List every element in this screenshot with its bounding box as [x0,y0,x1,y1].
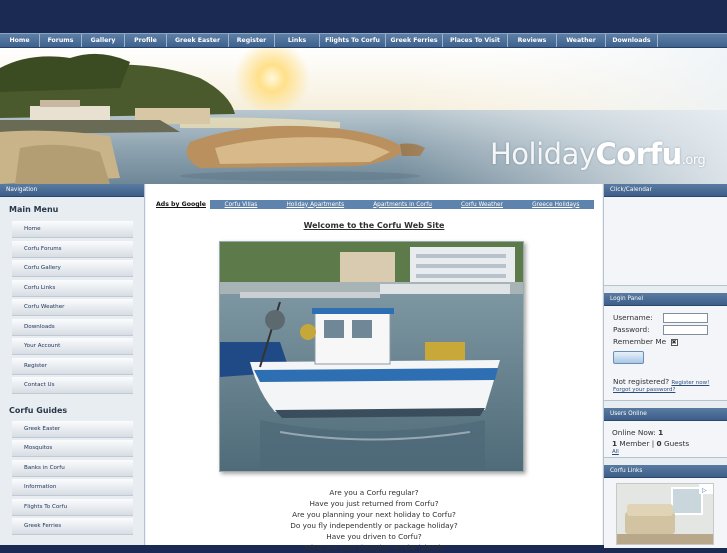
username-input[interactable] [663,313,708,323]
ad-link-corfu-villas[interactable]: Corfu Villas [225,202,258,208]
login-button[interactable] [613,351,644,364]
members-guests-line: 1 Member | 0 Guests [612,438,727,449]
menu-item-corfu-weather[interactable]: Corfu Weather [12,299,133,316]
navigation-block-header: Navigation [0,184,144,197]
guide-item-flights[interactable]: Flights To Corfu [12,498,133,516]
google-ads-bar: Ads by Google Corfu Villas Holiday Apart… [156,200,594,209]
corfu-guides-title: Corfu Guides [9,405,68,415]
guides-menu-list: Greek Easter Mosquitos Banks in Corfu In… [0,420,144,535]
advert-image[interactable]: ▷ [616,483,714,545]
menu-item-downloads[interactable]: Downloads [12,318,133,336]
question-line: Have you just returned from Corfu? [309,499,439,508]
guide-item-greek-ferries[interactable]: Greek Ferries [12,518,133,535]
login-panel: Username: Password: Remember Me ✖ Not re… [604,306,727,401]
ads-links: Corfu Villas Holiday Apartments Apartmen… [210,200,594,209]
corfu-links-header: Corfu Links [604,465,727,478]
username-row: Username: [613,312,727,324]
not-registered-text: Not registered? Register now! [613,377,727,386]
question-line: What are your thoughts on the island? [303,543,445,552]
online-now-label: Online Now: [612,428,656,437]
guide-item-mosquitos[interactable]: Mosquitos [12,440,133,457]
nav-forums[interactable]: Forums [40,34,82,47]
nav-places-to-visit[interactable]: Places To Visit [443,34,508,47]
corfu-links-panel: ▷ [604,478,727,548]
site-banner: HolidayCorfu.org [0,48,727,184]
right-column: Click/Calendar Login Panel Username: Pas… [603,184,727,548]
remember-label: Remember Me [613,337,667,346]
main-content: Ads by Google Corfu Villas Holiday Apart… [146,184,602,552]
nav-flights-to-corfu[interactable]: Flights To Corfu [320,34,386,47]
ad-link-greece-holidays[interactable]: Greece Holidays [532,202,579,208]
remember-me-checkbox[interactable]: ✖ [670,338,678,346]
main-menu-list: Home Corfu Forums Corfu Gallery Corfu Li… [0,221,144,394]
member-count: 1 [612,439,618,448]
nav-gallery[interactable]: Gallery [82,34,125,47]
main-nav-bar: Home Forums Gallery Profile Greek Easter… [0,33,727,48]
menu-item-home[interactable]: Home [12,221,133,238]
calendar-block-body [604,197,727,286]
banner-logo-text: HolidayCorfu.org [490,137,706,171]
forgot-password-link[interactable]: Forgot your password? [613,387,727,393]
all-users-link[interactable]: All [612,449,727,455]
nav-reviews[interactable]: Reviews [508,34,557,47]
svg-text:▷: ▷ [702,487,707,494]
username-label: Username: [613,313,653,322]
left-column: Navigation Main Menu Home Corfu Forums C… [0,184,145,545]
ad-link-apartments-in-corfu[interactable]: Apartments in Corfu [373,202,432,208]
nav-downloads[interactable]: Downloads [606,34,658,47]
main-menu-title: Main Menu [9,205,59,214]
menu-item-contact-us[interactable]: Contact Us [12,377,133,394]
logo-tld: .org [681,153,706,168]
nav-filler [658,34,727,47]
nav-profile[interactable]: Profile [125,34,167,47]
nav-greek-ferries[interactable]: Greek Ferries [386,34,443,47]
member-label: Member | [619,439,655,448]
users-online-panel: Online Now: 1 1 Member | 0 Guests All [604,421,727,458]
logo-corfu: Corfu [595,137,683,171]
question-line: Are you planning your next holiday to Co… [292,510,456,519]
guest-label: Guests [663,439,690,448]
users-online-header: Users Online [604,408,727,421]
nav-weather[interactable]: Weather [557,34,606,47]
question-line: Do you fly independently or package holi… [290,521,458,530]
guest-count: 0 [656,439,662,448]
ad-link-holiday-apartments[interactable]: Holiday Apartments [286,202,344,208]
nav-greek-easter[interactable]: Greek Easter [167,34,229,47]
logo-holiday: Holiday [490,137,596,171]
menu-item-register[interactable]: Register [12,357,133,375]
menu-item-your-account[interactable]: Your Account [12,338,133,355]
ads-by-google-link[interactable]: Ads by Google [156,201,210,208]
guide-item-greek-easter[interactable]: Greek Easter [12,420,133,438]
ad-link-corfu-weather[interactable]: Corfu Weather [461,202,503,208]
menu-item-corfu-links[interactable]: Corfu Links [12,279,133,297]
register-now-link[interactable]: Register now! [671,380,709,386]
password-input[interactable] [663,325,708,335]
password-label: Password: [613,325,650,334]
question-line: Have you driven to Corfu? [326,532,422,541]
menu-item-corfu-forums[interactable]: Corfu Forums [12,240,133,258]
calendar-block-header: Click/Calendar [604,184,727,197]
top-band [0,0,727,33]
online-now-line: Online Now: 1 [612,427,727,438]
nav-register[interactable]: Register [229,34,275,47]
remember-row: Remember Me ✖ [613,336,727,348]
welcome-heading: Welcome to the Corfu Web Site [303,221,445,230]
page-body: Navigation Main Menu Home Corfu Forums C… [0,184,727,552]
guide-item-information[interactable]: Information [12,479,133,496]
password-row: Password: [613,324,727,336]
not-registered-label: Not registered? [613,377,670,386]
intro-questions: Are you a Corfu regular? Have you just r… [146,487,602,553]
question-line: Are you a Corfu regular? [329,488,419,497]
nav-links[interactable]: Links [275,34,320,47]
fishing-boat-photo [219,241,524,472]
online-now-count: 1 [658,428,664,437]
menu-item-corfu-gallery[interactable]: Corfu Gallery [12,260,133,277]
nav-home[interactable]: Home [0,34,40,47]
login-panel-header: Login Panel [604,293,727,306]
guide-item-banks[interactable]: Banks in Corfu [12,459,133,477]
